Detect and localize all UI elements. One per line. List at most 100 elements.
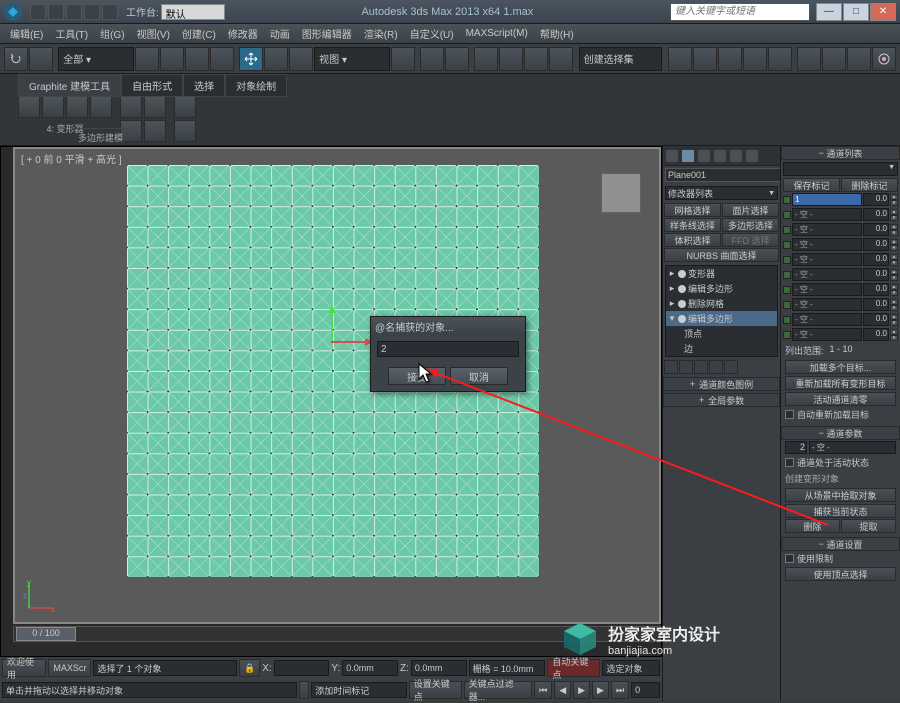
maximize-button[interactable]: □: [843, 3, 869, 21]
next-frame-icon[interactable]: ▶: [592, 681, 609, 699]
spline-select-btn[interactable]: 样条线选择: [664, 218, 721, 232]
rb-btn[interactable]: [144, 120, 166, 142]
channel-value-spinner[interactable]: 0.0: [863, 328, 889, 341]
morph-channel-row[interactable]: - 空 - 0.0 ▴▾: [781, 312, 900, 327]
time-slider-handle[interactable]: 0 / 100: [16, 627, 76, 641]
patch-select-btn[interactable]: 面片选择: [722, 203, 779, 217]
menu-group[interactable]: 组(G): [94, 26, 130, 41]
keymode-dropdown[interactable]: 选定对象: [602, 660, 660, 676]
x-coord[interactable]: [274, 660, 330, 676]
channel-name[interactable]: - 空 -: [792, 328, 862, 341]
chan-num-spinner[interactable]: 2: [785, 441, 807, 454]
ribbon-tab-freeform[interactable]: 自由形式: [121, 74, 183, 97]
rb-border-icon[interactable]: [66, 96, 88, 118]
channel-name[interactable]: - 空 -: [792, 268, 862, 281]
channel-led-icon[interactable]: [783, 331, 791, 339]
curve-editor-icon[interactable]: [743, 47, 767, 71]
pivot-icon[interactable]: [391, 47, 415, 71]
make-unique-icon[interactable]: [694, 360, 708, 374]
snap-percent-icon[interactable]: [524, 47, 548, 71]
use-vertex-sel-btn[interactable]: 使用顶点选择: [785, 567, 896, 581]
pick-from-scene-btn[interactable]: 从场景中拾取对象: [785, 488, 896, 502]
snap-2d-icon[interactable]: [474, 47, 498, 71]
isolate-icon[interactable]: [299, 681, 309, 699]
setkey-button[interactable]: 设置关键点: [409, 681, 462, 699]
channel-name[interactable]: - 空 -: [792, 208, 862, 221]
qat-btn[interactable]: [84, 4, 100, 20]
load-targets-btn[interactable]: 加载多个目标...: [785, 360, 896, 374]
spinner-down-icon[interactable]: ▾: [890, 320, 898, 326]
selection-set-dropdown[interactable]: 创建选择集: [579, 47, 663, 71]
utilities-tab-icon[interactable]: [745, 149, 759, 163]
welcome-btn[interactable]: 欢迎使用: [2, 659, 46, 677]
channel-params-header[interactable]: − 通道参数: [781, 426, 900, 440]
use-limits-checkbox[interactable]: [785, 554, 794, 563]
undo-icon[interactable]: [4, 47, 28, 71]
menu-views[interactable]: 视图(V): [131, 26, 176, 41]
spinner-down-icon[interactable]: ▾: [890, 260, 898, 266]
qat-btn[interactable]: [102, 4, 118, 20]
object-name-input[interactable]: [665, 168, 788, 182]
morph-channel-row[interactable]: - 空 - 0.0 ▴▾: [781, 237, 900, 252]
extract-chan-btn[interactable]: 提取: [841, 519, 896, 533]
vol-select-btn[interactable]: 体积选择: [664, 233, 721, 247]
morph-channel-row[interactable]: - 空 - 0.0 ▴▾: [781, 267, 900, 282]
rollout-globals[interactable]: +全局参数: [663, 393, 780, 407]
morph-channel-row[interactable]: 1 0.0 ▴▾: [781, 192, 900, 207]
y-coord[interactable]: 0.0mm: [342, 660, 398, 676]
goto-start-icon[interactable]: ⏮: [534, 681, 552, 699]
modifier-list-dropdown[interactable]: 修改器列表: [665, 186, 778, 200]
menu-help[interactable]: 帮助(H): [534, 26, 580, 41]
help-search-input[interactable]: [670, 3, 810, 21]
modify-tab-icon[interactable]: [681, 149, 695, 163]
dialog-accept-button[interactable]: 接受: [388, 367, 446, 385]
channel-name[interactable]: - 空 -: [792, 283, 862, 296]
workspace-dropdown[interactable]: 默认: [161, 4, 225, 20]
rb-btn[interactable]: [120, 96, 142, 118]
channel-name[interactable]: - 空 -: [792, 223, 862, 236]
zero-active-btn[interactable]: 活动通道清零: [785, 392, 896, 406]
pin-stack-icon[interactable]: [664, 360, 678, 374]
channel-value-spinner[interactable]: 0.0: [863, 193, 889, 206]
channel-led-icon[interactable]: [783, 196, 791, 204]
play-icon[interactable]: ▶: [573, 681, 590, 699]
chan-active-checkbox[interactable]: [785, 458, 794, 467]
channel-value-spinner[interactable]: 0.0: [863, 268, 889, 281]
motion-tab-icon[interactable]: [713, 149, 727, 163]
channel-led-icon[interactable]: [783, 241, 791, 249]
ribbon-tab-graphite[interactable]: Graphite 建模工具: [18, 74, 121, 97]
viewcube[interactable]: [601, 173, 641, 213]
minimize-button[interactable]: —: [816, 3, 842, 21]
chan-name-field[interactable]: - 空 -: [809, 441, 896, 454]
menu-create[interactable]: 创建(C): [176, 26, 222, 41]
remove-modifier-icon[interactable]: [709, 360, 723, 374]
morph-channel-row[interactable]: - 空 - 0.0 ▴▾: [781, 222, 900, 237]
menu-modifiers[interactable]: 修改器: [222, 26, 264, 41]
spinner-down-icon[interactable]: ▾: [890, 335, 898, 341]
window-crossing-icon[interactable]: [210, 47, 234, 71]
ffd-select-btn[interactable]: FFD 选择: [722, 233, 779, 247]
select-name-icon[interactable]: [160, 47, 184, 71]
snap-angle-icon[interactable]: [499, 47, 523, 71]
poly-select-btn[interactable]: 多边形选择: [722, 218, 779, 232]
delete-chan-btn[interactable]: 删除: [785, 519, 840, 533]
channel-led-icon[interactable]: [783, 286, 791, 294]
mesh-select-btn[interactable]: 网格选择: [664, 203, 721, 217]
channel-value-spinner[interactable]: 0.0: [863, 253, 889, 266]
select-manipulate-icon[interactable]: [420, 47, 444, 71]
channel-led-icon[interactable]: [783, 271, 791, 279]
channel-value-spinner[interactable]: 0.0: [863, 238, 889, 251]
qat-btn[interactable]: [66, 4, 82, 20]
spinner-down-icon[interactable]: ▾: [890, 245, 898, 251]
auto-reload-checkbox[interactable]: [785, 410, 794, 419]
qat-btn[interactable]: [30, 4, 46, 20]
align-icon[interactable]: [693, 47, 717, 71]
channel-name[interactable]: - 空 -: [792, 253, 862, 266]
key-filters-button[interactable]: 关键点过滤器...: [464, 681, 533, 699]
ribbon-tab-selection[interactable]: 选择: [183, 74, 225, 97]
menu-edit[interactable]: 编辑(E): [4, 26, 49, 41]
channel-name[interactable]: - 空 -: [792, 298, 862, 311]
rb-btn[interactable]: [144, 96, 166, 118]
channel-led-icon[interactable]: [783, 316, 791, 324]
z-coord[interactable]: 0.0mm: [411, 660, 467, 676]
